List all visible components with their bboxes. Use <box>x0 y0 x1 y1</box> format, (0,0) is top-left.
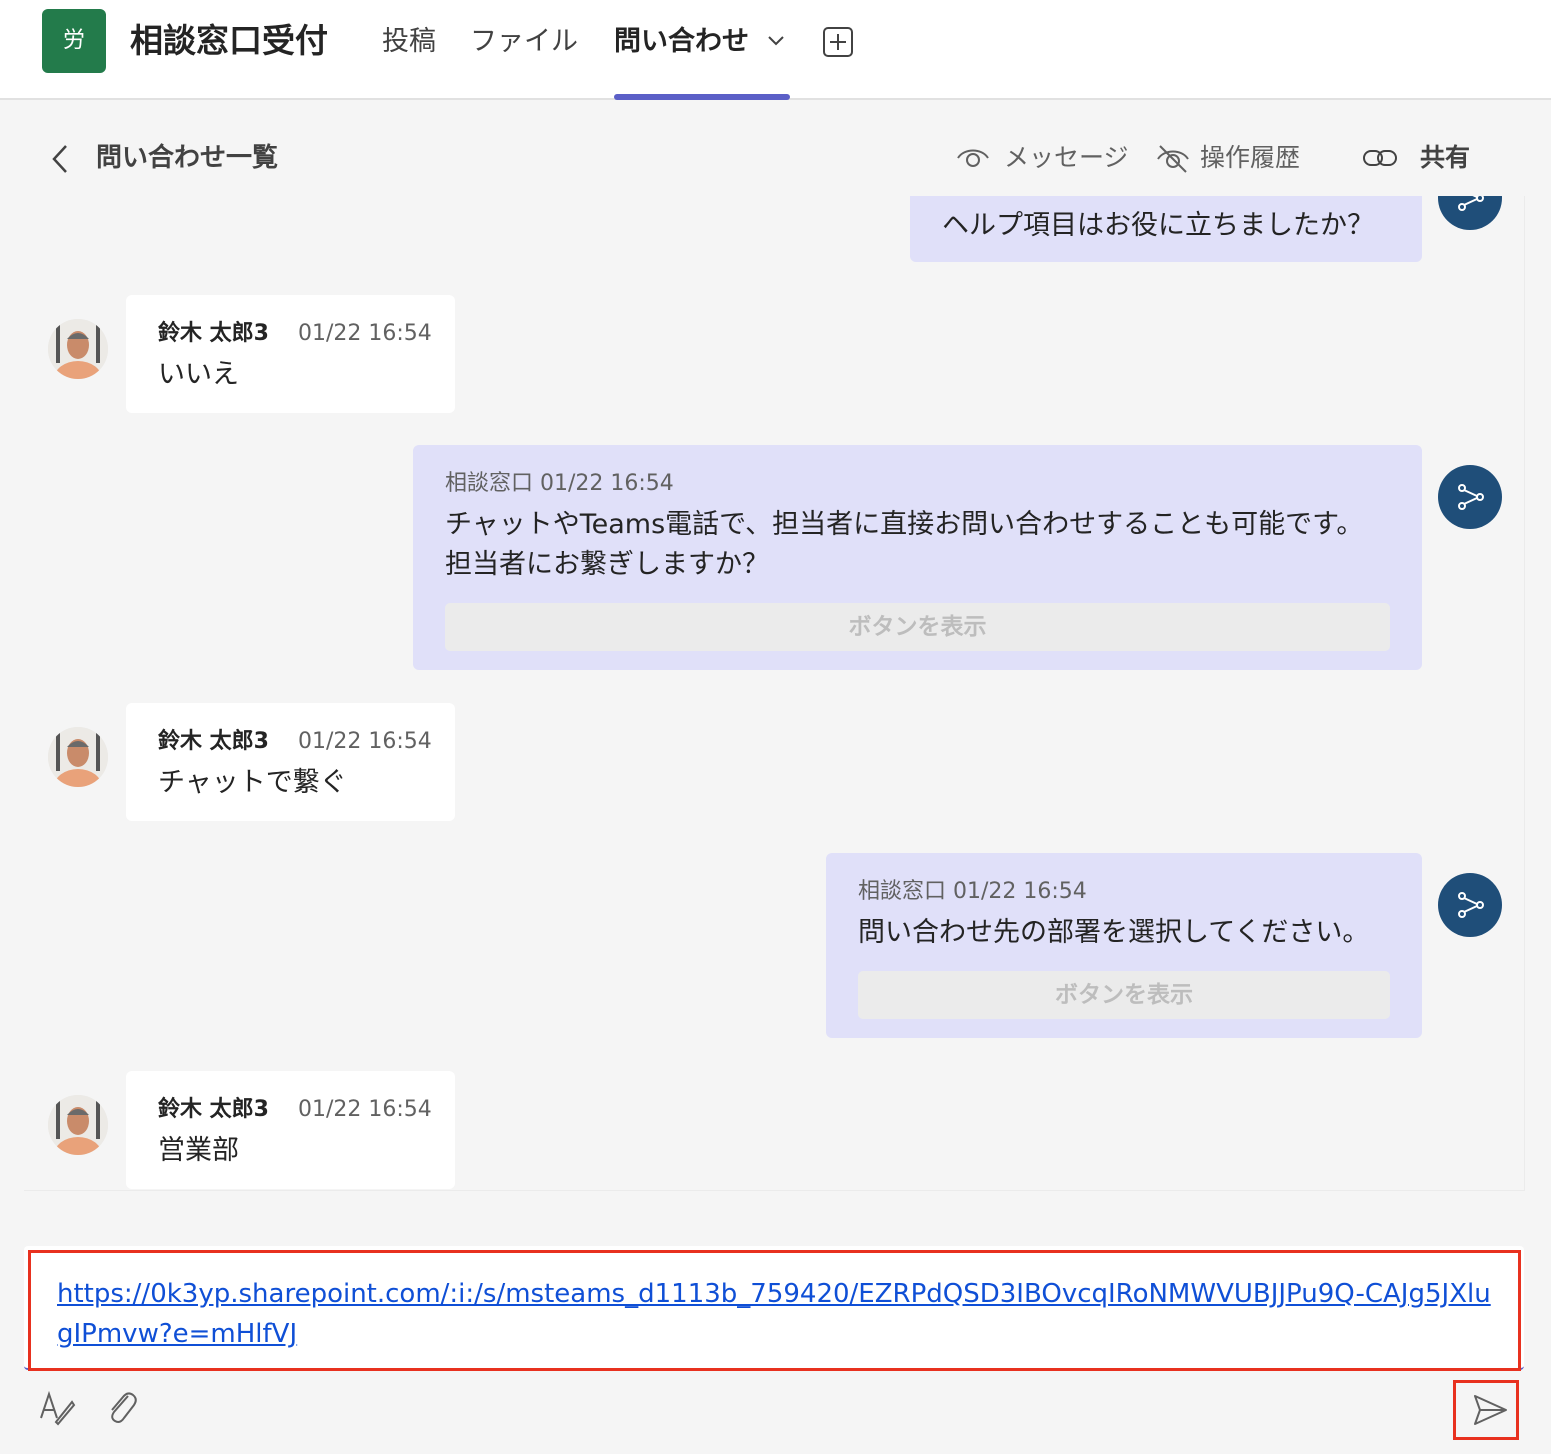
active-tab-indicator <box>614 94 790 100</box>
eye-icon <box>957 149 989 167</box>
sender-name: 鈴木 太郎3 <box>158 1097 269 1122</box>
sender-name: 鈴木 太郎3 <box>158 321 269 346</box>
teams-app: 労 相談窓口受付 投稿 ファイル 問い合わせ 問い合わせ一覧 メッセージ 操作履… <box>0 0 1551 1454</box>
bot-message: 相談窓口 01/22 16:54 チャットやTeams電話で、担当者に直接お問い… <box>413 445 1422 670</box>
history-toggle-button[interactable]: 操作履歴 <box>1156 138 1306 178</box>
bot-avatar <box>1438 196 1502 230</box>
share-button[interactable]: 共有 <box>1362 138 1482 178</box>
avatar[interactable] <box>48 1095 108 1155</box>
message-timestamp: 01/22 16:54 <box>298 1097 432 1122</box>
bot-message: 相談窓口 01/22 16:54 問い合わせ先の部署を選択してください。 ボタン… <box>826 853 1422 1038</box>
bot-avatar <box>1438 873 1502 937</box>
tab-inquiry[interactable]: 問い合わせ <box>614 20 749 64</box>
format-icon[interactable] <box>38 1388 76 1426</box>
link-icon <box>1363 150 1397 166</box>
inquiry-toolbar: 問い合わせ一覧 メッセージ 操作履歴 共有 <box>4 102 1551 196</box>
message-timestamp: 01/22 16:54 <box>298 321 432 346</box>
user-photo <box>48 727 108 787</box>
user-message-text: 営業部 <box>158 1135 239 1166</box>
sender-name: 鈴木 太郎3 <box>158 729 269 754</box>
bot-share-icon <box>1458 196 1484 211</box>
channel-title: 相談窓口受付 <box>130 21 328 60</box>
message-toggle-label: メッセージ <box>1004 143 1129 172</box>
bot-message-line: 問い合わせ先の部署を選択してください。 <box>858 917 1370 948</box>
avatar[interactable] <box>48 319 108 379</box>
bot-sender-meta: 相談窓口 01/22 16:54 <box>445 471 674 496</box>
user-photo <box>48 319 108 379</box>
message-compose-box[interactable]: https://0k3yp.sharepoint.com/:i:/s/mstea… <box>24 1246 1524 1370</box>
user-message-text: いいえ <box>158 359 239 390</box>
channel-header: 労 相談窓口受付 投稿 ファイル 問い合わせ <box>0 0 1551 100</box>
eye-off-icon <box>1157 145 1189 173</box>
composer-link-text[interactable]: https://0k3yp.sharepoint.com/:i:/s/mstea… <box>57 1274 1497 1354</box>
user-message-text: チャットで繋ぐ <box>158 767 347 798</box>
add-tab-icon[interactable] <box>822 26 854 58</box>
bot-sender-meta: 相談窓口 01/22 16:54 <box>858 879 1087 904</box>
avatar[interactable] <box>48 727 108 787</box>
send-icon[interactable] <box>1470 1390 1510 1430</box>
show-buttons-button[interactable]: ボタンを表示 <box>858 971 1390 1019</box>
inquiry-list-title[interactable]: 問い合わせ一覧 <box>96 138 278 178</box>
message-timestamp: 01/22 16:54 <box>298 729 432 754</box>
chat-thread[interactable]: ヘルプ項目はお役に立ちましたか？ 鈴木 太郎3 01/22 16:54 いいえ <box>24 196 1525 1191</box>
bot-message-line: チャットやTeams電話で、担当者に直接お問い合わせすることも可能です。 <box>445 509 1364 540</box>
tab-posts[interactable]: 投稿 <box>382 20 436 64</box>
user-message: 鈴木 太郎3 01/22 16:54 チャットで繋ぐ <box>126 703 455 821</box>
bot-avatar <box>1438 465 1502 529</box>
bot-message: ヘルプ項目はお役に立ちましたか？ <box>910 196 1422 262</box>
history-toggle-label: 操作履歴 <box>1200 143 1301 172</box>
share-label: 共有 <box>1420 143 1471 172</box>
user-message: 鈴木 太郎3 01/22 16:54 いいえ <box>126 295 455 413</box>
user-photo <box>48 1095 108 1155</box>
attach-icon[interactable] <box>104 1388 138 1426</box>
bot-message-line: 担当者にお繋ぎしますか？ <box>445 549 769 580</box>
user-message: 鈴木 太郎3 01/22 16:54 営業部 <box>126 1071 455 1189</box>
message-toggle-button[interactable]: メッセージ <box>956 138 1129 178</box>
bot-share-icon <box>1458 892 1484 918</box>
bot-share-icon <box>1458 484 1484 510</box>
show-buttons-button[interactable]: ボタンを表示 <box>445 603 1390 651</box>
team-avatar[interactable]: 労 <box>42 9 106 73</box>
bot-message-text: ヘルプ項目はお役に立ちましたか？ <box>942 210 1374 241</box>
tab-files[interactable]: ファイル <box>470 20 578 64</box>
back-chevron-icon[interactable] <box>48 142 74 176</box>
chevron-down-icon[interactable] <box>765 30 787 52</box>
